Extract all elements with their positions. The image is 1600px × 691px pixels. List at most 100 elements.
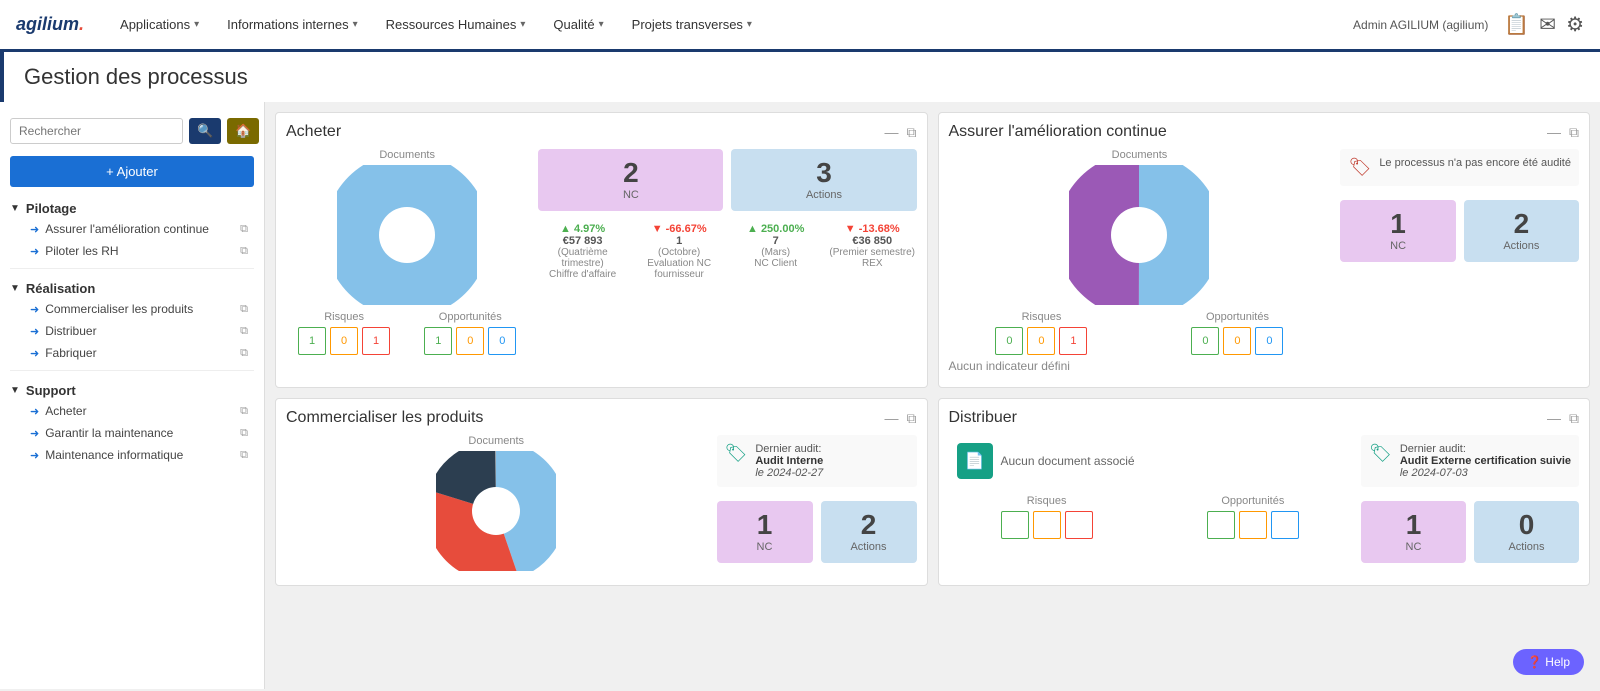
chevron-down-icon: ▾ [194,19,199,30]
stat-nc-acheter: 2 NC [538,149,723,211]
nc-label: NC [1346,240,1449,252]
stat-actions-distribuer: 0 Actions [1474,501,1579,563]
sidebar-item-distribuer[interactable]: ➜ Distribuer ⧉ [10,320,254,342]
sidebar-section-header-realisation[interactable]: ▼ Réalisation [10,279,254,298]
sidebar-section-pilotage: ▼ Pilotage ➜ Assurer l'amélioration cont… [0,193,264,264]
card-distribuer-body: 📄 Aucun document associé Risques [949,435,1580,563]
minimize-icon[interactable]: — [885,410,899,427]
risks-distribuer: Risques [949,495,1145,539]
chevron-down-icon: ▼ [10,283,20,294]
minimize-icon[interactable]: — [1547,410,1561,427]
stat-boxes-amelioration: 1 NC 2 Actions [1340,200,1579,262]
mail-icon[interactable]: ✉ [1539,12,1556,37]
actions-value: 2 [827,511,911,539]
sidebar-search-area: 🔍 🏠 [0,112,264,150]
nc-value: 1 [723,511,807,539]
nc-value: 1 [1367,511,1460,539]
card-amelioration-stats: 🏷 Le processus n'a pas encore été audité… [1340,149,1579,262]
main-layout: 🔍 🏠 + Ajouter ▼ Pilotage ➜ Assurer l'amé… [0,102,1600,689]
nav-applications[interactable]: Applications ▾ [108,11,211,38]
stat-boxes-commercialiser: 1 NC 2 Actions [717,501,917,563]
card-amelioration-title: Assurer l'amélioration continue [949,123,1167,141]
indicator-trend: ▼ -13.68% [828,223,917,235]
sidebar-item-commercialiser[interactable]: ➜ Commercialiser les produits ⧉ [10,298,254,320]
indicator-1: ▼ -66.67% 1 (Octobre) Evaluation NC four… [635,223,724,280]
indicator-name: REX [828,258,917,269]
indicator-name: Evaluation NC fournisseur [635,258,724,280]
gear-icon[interactable]: ⚙ [1566,12,1584,37]
actions-label: Actions [827,541,911,553]
home-button[interactable]: 🏠 [227,118,259,144]
risk-box-orange: 0 [1027,327,1055,355]
navbar: agilium. Applications ▾ Informations int… [0,0,1600,52]
tag-icon: 🏷 [1369,443,1392,464]
card-acheter-body: Documents [286,149,917,355]
sidebar-section-header-pilotage[interactable]: ▼ Pilotage [10,199,254,218]
expand-icon[interactable]: ⧉ [1569,410,1579,427]
no-indicator: Aucun indicateur défini [949,355,1331,377]
sidebar-item-piloter-rh[interactable]: ➜ Piloter les RH ⧉ [10,240,254,262]
help-button[interactable]: ❓ Help [1513,649,1584,675]
card-commercialiser-controls: — ⧉ [885,410,917,427]
audit-text: Dernier audit: Audit Externe certificati… [1400,443,1571,479]
sidebar-item-maintenance-informatique[interactable]: ➜ Maintenance informatique ⧉ [10,444,254,466]
chevron-down-icon: ▼ [10,385,20,396]
chevron-down-icon: ▾ [599,19,604,30]
indicator-val: 1 [635,235,724,247]
nav-ressources-humaines[interactable]: Ressources Humaines ▾ [374,11,538,38]
nav-projets-transverses[interactable]: Projets transverses ▾ [620,11,764,38]
sidebar-item-garantir-maintenance[interactable]: ➜ Garantir la maintenance ⧉ [10,422,254,444]
card-commercialiser-stats: 🏷 Dernier audit: Audit Interne le 2024-0… [717,435,917,563]
arrow-right-icon: ➜ [30,223,39,236]
risk-boxes-distribuer [949,511,1145,539]
indicator-sub: (Mars) [731,247,820,258]
nav-informations-internes[interactable]: Informations internes ▾ [215,11,369,38]
sidebar-item-amelioration-continue[interactable]: ➜ Assurer l'amélioration continue ⧉ [10,218,254,240]
nav-qualite[interactable]: Qualité ▾ [541,11,615,38]
indicator-3: ▼ -13.68% €36 850 (Premier semestre) REX [828,223,917,280]
chevron-down-icon: ▾ [520,19,525,30]
card-acheter-chart: Documents [286,149,528,355]
external-link-icon: ⧉ [240,325,248,338]
actions-value: 2 [1470,210,1573,238]
risk-box-green: 1 [298,327,326,355]
indicator-0: ▲ 4.97% €57 893 (Quatrième trimestre) Ch… [538,223,627,280]
expand-icon[interactable]: ⧉ [1569,124,1579,141]
external-link-icon: ⧉ [240,449,248,462]
search-input[interactable] [10,118,183,144]
sidebar-section-header-support[interactable]: ▼ Support [10,381,254,400]
add-button[interactable]: + Ajouter [10,156,254,187]
stat-nc-amelioration: 1 NC [1340,200,1455,262]
chevron-down-icon: ▾ [353,19,358,30]
card-amelioration-controls: — ⧉ [1547,124,1579,141]
opp-box-green: 0 [1191,327,1219,355]
arrow-right-icon: ➜ [30,449,39,462]
search-button[interactable]: 🔍 [189,118,221,144]
sidebar-item-fabriquer[interactable]: ➜ Fabriquer ⧉ [10,342,254,364]
card-distribuer-controls: — ⧉ [1547,410,1579,427]
external-link-icon: ⧉ [240,223,248,236]
actions-label: Actions [1480,541,1573,553]
minimize-icon[interactable]: — [1547,124,1561,141]
clipboard-icon[interactable]: 📋 [1504,12,1529,37]
expand-icon[interactable]: ⧉ [907,124,917,141]
indicator-trend: ▲ 250.00% [731,223,820,235]
opp-box-green [1207,511,1235,539]
pie-chart-commercialiser [286,451,707,571]
audit-info-distribuer: 🏷 Dernier audit: Audit Externe certifica… [1361,435,1579,487]
opp-box-blue: 0 [1255,327,1283,355]
pie-chart-acheter [286,165,528,305]
stat-actions-amelioration: 2 Actions [1464,200,1579,262]
chevron-down-icon: ▼ [10,203,20,214]
minimize-icon[interactable]: — [885,124,899,141]
opps-label: Opportunités [1155,495,1351,507]
arrow-right-icon: ➜ [30,325,39,338]
opp-box-orange: 0 [456,327,484,355]
arrow-right-icon: ➜ [30,303,39,316]
nav-menu: Applications ▾ Informations internes ▾ R… [108,11,1353,38]
divider [10,370,254,371]
expand-icon[interactable]: ⧉ [907,410,917,427]
card-commercialiser: Commercialiser les produits — ⧉ Document… [275,398,928,586]
arrow-right-icon: ➜ [30,245,39,258]
sidebar-item-acheter[interactable]: ➜ Acheter ⧉ [10,400,254,422]
